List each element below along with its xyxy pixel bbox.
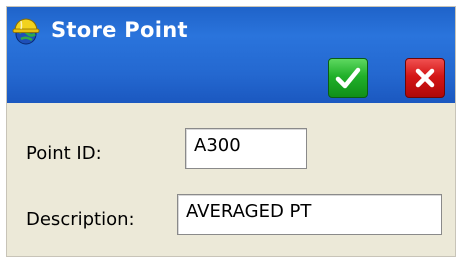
window-title: Store Point — [51, 18, 188, 42]
description-field[interactable]: AVERAGED PT — [177, 194, 442, 235]
hardhat-globe-icon — [11, 16, 41, 46]
point-id-label: Point ID: — [26, 143, 102, 164]
point-id-field[interactable]: A300 — [185, 128, 307, 169]
description-label: Description: — [26, 209, 135, 230]
cancel-button[interactable] — [405, 58, 445, 98]
title-bar: Store Point — [7, 7, 455, 103]
store-point-dialog: Store Point Point ID: A300 Description: … — [7, 7, 455, 256]
ok-button[interactable] — [328, 58, 368, 98]
